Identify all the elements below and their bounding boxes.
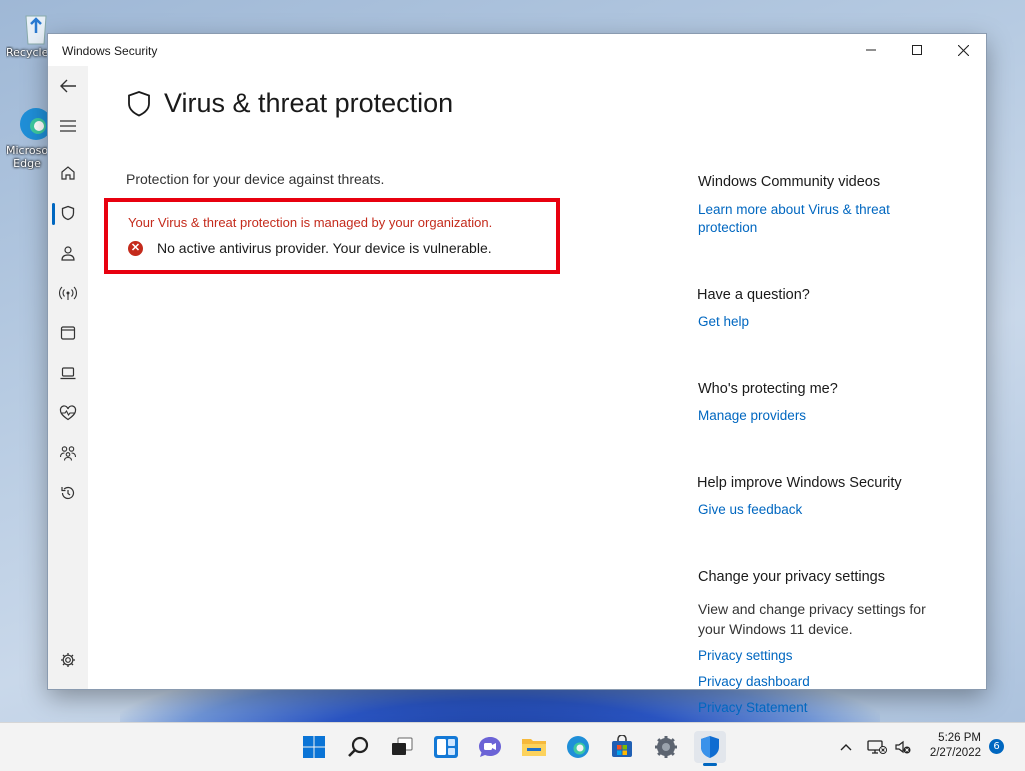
wireless-signal-icon [59, 286, 77, 300]
organization-managed-message: Your Virus & threat protection is manage… [128, 215, 493, 230]
feedback-link[interactable]: Give us feedback [698, 501, 923, 519]
edge-icon [567, 736, 589, 758]
clock-date: 2/27/2022 [929, 747, 981, 759]
taskbar: 5:26 PM 2/27/2022 6 [0, 722, 1025, 771]
back-button[interactable] [48, 68, 88, 104]
system-clock[interactable]: 5:26 PM 2/27/2022 [930, 731, 981, 761]
nav-device-performance-health[interactable] [48, 395, 88, 431]
windows-security-window: Windows Security Virus & threat protecti… [48, 34, 986, 715]
folder-icon [522, 739, 546, 756]
gear-icon [61, 653, 75, 667]
nav-settings[interactable] [48, 642, 88, 678]
hamburger-menu-icon [60, 120, 76, 132]
nav-device-security[interactable] [48, 355, 88, 391]
maximize-icon [912, 45, 922, 55]
file-explorer-button[interactable] [518, 731, 550, 763]
warning-text: No active antivirus provider. Your devic… [157, 240, 492, 256]
task-view-button[interactable] [386, 731, 418, 763]
maximize-button[interactable] [894, 34, 940, 66]
community-videos-link[interactable]: Learn more about Virus & threat protecti… [698, 201, 923, 237]
person-icon [61, 246, 75, 261]
task-view-icon [392, 737, 413, 755]
close-button[interactable] [940, 34, 986, 66]
clock-time: 5:26 PM [938, 732, 981, 744]
speaker-muted-icon [895, 740, 911, 754]
network-icon [867, 740, 887, 754]
nav-virus-threat-protection[interactable] [48, 195, 88, 231]
search-button[interactable] [342, 731, 374, 763]
window-title: Windows Security [62, 44, 158, 58]
nav-firewall-network[interactable] [48, 275, 88, 311]
start-button[interactable] [298, 731, 330, 763]
menu-button[interactable] [48, 108, 88, 144]
privacy-description: View and change privacy settings for you… [698, 601, 926, 637]
page-subtitle: Protection for your device against threa… [126, 171, 385, 187]
network-status[interactable] [864, 731, 890, 763]
navigation-pane [48, 66, 88, 689]
app-window-icon [60, 326, 76, 340]
windows-logo-icon [303, 736, 325, 758]
settings-taskbar-button[interactable] [650, 731, 682, 763]
privacy-settings-link[interactable]: Privacy settings [698, 647, 923, 665]
store-icon [612, 735, 632, 757]
community-videos-heading: Windows Community videos [698, 174, 881, 190]
privacy-heading: Change your privacy settings [698, 569, 885, 585]
privacy-statement-link[interactable]: Privacy Statement [698, 699, 923, 717]
question-heading: Have a question? [697, 287, 810, 303]
nav-app-browser-control[interactable] [48, 315, 88, 351]
notification-badge[interactable]: 6 [989, 739, 1004, 754]
nav-account-protection[interactable] [48, 235, 88, 271]
protecting-heading: Who's protecting me? [698, 381, 838, 397]
family-icon [59, 446, 77, 461]
laptop-icon [60, 367, 76, 380]
widgets-button[interactable] [430, 731, 462, 763]
managed-alert-box: Your Virus & threat protection is manage… [104, 198, 560, 274]
page-title: Virus & threat protection [164, 88, 454, 118]
chat-button[interactable] [474, 731, 506, 763]
chevron-up-icon [840, 744, 852, 751]
volume-status[interactable] [890, 731, 916, 763]
windows-security-taskbar-button[interactable] [694, 731, 726, 766]
chat-icon [479, 737, 501, 757]
home-icon [61, 166, 75, 180]
manage-providers-link[interactable]: Manage providers [698, 407, 923, 425]
nav-protection-history[interactable] [48, 475, 88, 511]
store-button[interactable] [606, 731, 638, 763]
desktop-icon-label: Recycle Bin [6, 46, 48, 59]
nav-home[interactable] [48, 155, 88, 191]
history-icon [61, 486, 75, 500]
main-content: Virus & threat protection Protection for… [88, 66, 986, 715]
heart-pulse-icon [59, 405, 77, 421]
improve-heading: Help improve Windows Security [697, 475, 902, 491]
widgets-icon [434, 736, 458, 758]
back-arrow-icon [60, 79, 76, 93]
title-bar[interactable]: Windows Security [48, 34, 986, 66]
show-hidden-icons-button[interactable] [834, 731, 858, 763]
close-icon [957, 44, 969, 56]
error-icon: ✕ [128, 240, 143, 256]
gear-icon [655, 736, 677, 758]
get-help-link[interactable]: Get help [698, 313, 923, 331]
page-header: Virus & threat protection [126, 88, 453, 119]
minimize-button[interactable] [848, 34, 894, 66]
privacy-dashboard-link[interactable]: Privacy dashboard [698, 673, 923, 691]
search-icon [348, 736, 369, 757]
shield-icon [701, 736, 719, 758]
no-antivirus-warning: ✕ No active antivirus provider. Your dev… [128, 240, 492, 256]
minimize-icon [866, 49, 876, 51]
shield-icon [128, 90, 150, 116]
nav-family-options[interactable] [48, 435, 88, 471]
edge-taskbar-button[interactable] [562, 731, 594, 763]
desktop-icon-label: Microsoft Edge [6, 144, 48, 170]
shield-icon [61, 205, 75, 221]
